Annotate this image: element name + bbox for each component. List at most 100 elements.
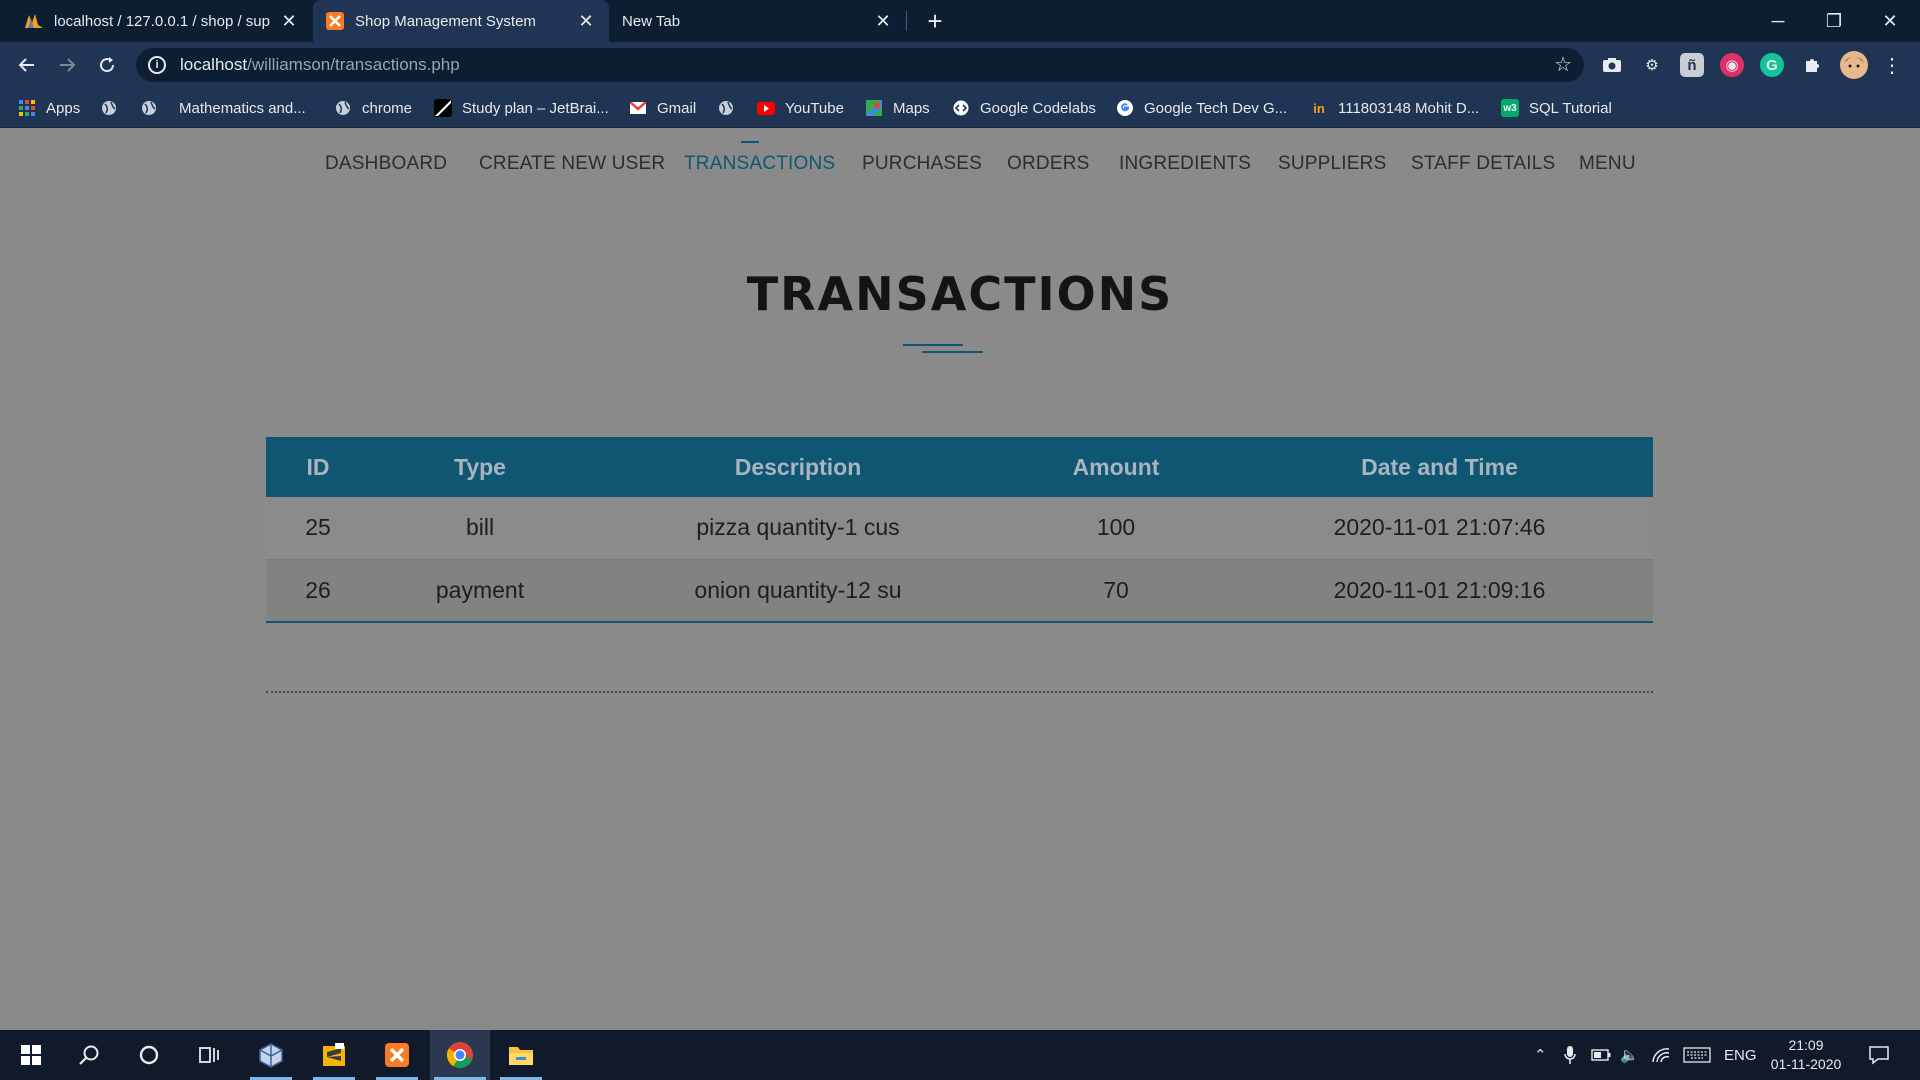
cell-date-time: 2020-11-01 21:07:46 bbox=[1333, 514, 1546, 541]
cortana-icon[interactable] bbox=[124, 1030, 174, 1080]
info-icon[interactable]: i bbox=[148, 56, 166, 74]
nav-ingredients[interactable]: INGREDIENTS bbox=[1119, 153, 1251, 175]
tab-title: localhost / 127.0.0.1 / shop / sup bbox=[54, 12, 270, 30]
bookmark-label: Google Codelabs bbox=[980, 99, 1096, 117]
new-tab-button[interactable]: + bbox=[920, 6, 950, 36]
virtualbox-icon bbox=[259, 1043, 283, 1068]
reload-button[interactable] bbox=[92, 50, 122, 80]
url-text[interactable]: localhost/williamson/transactions.php bbox=[180, 55, 460, 75]
nav-suppliers[interactable]: SUPPLIERS bbox=[1278, 153, 1386, 175]
bookmark-globe-3[interactable] bbox=[717, 96, 745, 120]
screenshot-extension-icon[interactable]: ◉ bbox=[1720, 53, 1744, 77]
globe-icon bbox=[717, 99, 735, 117]
arrow-left-icon bbox=[18, 58, 34, 72]
taskbar-app-virtualbox[interactable] bbox=[246, 1030, 296, 1080]
microphone-icon[interactable] bbox=[1564, 1030, 1576, 1080]
star-icon[interactable]: ☆ bbox=[1554, 52, 1572, 77]
puzzle-icon[interactable] bbox=[1800, 53, 1824, 77]
taskbar-app-xampp[interactable] bbox=[372, 1030, 422, 1080]
keyboard-icon[interactable] bbox=[1683, 1030, 1711, 1080]
windows-taskbar: ⌃ 🔈 ENG 21:09 01-11-2020 bbox=[0, 1030, 1920, 1080]
bookmark-google-tech[interactable]: Google Tech Dev G... bbox=[1116, 96, 1287, 120]
grammarly-icon[interactable]: G bbox=[1760, 53, 1784, 77]
gmail-icon bbox=[629, 99, 647, 117]
bookmarks-bar: Apps Mathematics and... chrome Study pla… bbox=[0, 88, 1920, 128]
bookmark-apps[interactable]: Apps bbox=[18, 96, 80, 120]
kebab-menu-icon[interactable]: ⋮ bbox=[1880, 53, 1904, 77]
bookmark-label: YouTube bbox=[785, 99, 844, 117]
extension-icon[interactable]: ñ bbox=[1680, 53, 1704, 77]
tab-new-tab[interactable]: New Tab ✕ bbox=[610, 0, 906, 42]
column-header-description: Description bbox=[734, 453, 862, 480]
bookmark-globe-1[interactable] bbox=[100, 96, 128, 120]
bookmark-gmail[interactable]: Gmail bbox=[629, 96, 696, 120]
cell-amount: 70 bbox=[1103, 576, 1129, 603]
cell-date-time: 2020-11-01 21:09:16 bbox=[1333, 576, 1546, 603]
bookmark-globe-2[interactable] bbox=[140, 96, 168, 120]
bookmark-mathematics[interactable]: Mathematics and... bbox=[179, 96, 306, 120]
close-icon[interactable]: ✕ bbox=[575, 10, 597, 32]
battery-icon[interactable] bbox=[1591, 1030, 1611, 1080]
bookmark-label: chrome bbox=[362, 99, 413, 117]
tray-chevron-up-icon[interactable]: ⌃ bbox=[1534, 1030, 1547, 1080]
minimize-button[interactable]: ─ bbox=[1750, 0, 1806, 42]
close-icon[interactable]: ✕ bbox=[278, 10, 300, 32]
taskbar-app-file-explorer[interactable] bbox=[496, 1030, 546, 1080]
back-button[interactable] bbox=[12, 50, 42, 80]
browser-toolbar: i localhost/williamson/transactions.php … bbox=[0, 42, 1920, 88]
nav-purchases[interactable]: PURCHASES bbox=[862, 153, 982, 175]
forward-button[interactable] bbox=[52, 50, 82, 80]
bookmark-label: 111803148 Mohit D... bbox=[1338, 99, 1480, 117]
volume-icon[interactable]: 🔈 bbox=[1620, 1030, 1639, 1080]
nav-dashboard[interactable]: DASHBOARD bbox=[325, 153, 447, 175]
codelabs-icon bbox=[952, 99, 970, 117]
bookmark-maps[interactable]: Maps bbox=[865, 96, 930, 120]
task-view-icon[interactable] bbox=[184, 1030, 234, 1080]
clock-date: 01-11-2020 bbox=[1770, 1056, 1842, 1072]
bookmark-label: Mathematics and... bbox=[179, 99, 306, 117]
nav-menu[interactable]: MENU bbox=[1579, 153, 1636, 175]
close-window-button[interactable]: ✕ bbox=[1862, 0, 1918, 42]
tab-shop-management[interactable]: Shop Management System ✕ bbox=[313, 0, 609, 42]
restore-button[interactable]: ❐ bbox=[1806, 0, 1862, 42]
windows-start-button[interactable] bbox=[6, 1030, 56, 1080]
search-icon[interactable] bbox=[64, 1030, 114, 1080]
url-host: localhost bbox=[180, 55, 248, 74]
table-row: 25 bill pizza quantity-1 cus 100 2020-11… bbox=[266, 497, 1653, 559]
tab-phpmyadmin[interactable]: localhost / 127.0.0.1 / shop / sup ✕ bbox=[12, 0, 312, 42]
bookmark-codelabs[interactable]: Google Codelabs bbox=[952, 96, 1096, 120]
table-bottom-border bbox=[266, 621, 1653, 623]
cell-amount: 100 bbox=[1096, 514, 1136, 541]
system-clock[interactable]: 21:09 01-11-2020 bbox=[1766, 1036, 1846, 1074]
close-icon[interactable]: ✕ bbox=[872, 10, 894, 32]
language-indicator[interactable]: ENG bbox=[1724, 1030, 1757, 1080]
nav-orders[interactable]: ORDERS bbox=[1007, 153, 1090, 175]
camera-icon[interactable] bbox=[1600, 53, 1624, 77]
cell-id: 25 bbox=[305, 514, 331, 541]
column-header-id: ID bbox=[306, 453, 330, 480]
arrow-right-icon bbox=[60, 58, 76, 72]
main-nav: DASHBOARD CREATE NEW USER TRANSACTIONS P… bbox=[0, 129, 1920, 207]
address-bar[interactable]: i localhost/williamson/transactions.php … bbox=[136, 48, 1584, 82]
column-header-date-time: Date and Time bbox=[1361, 453, 1518, 480]
folder-icon: in bbox=[1313, 100, 1325, 116]
bookmark-chrome[interactable]: chrome bbox=[334, 96, 412, 120]
profile-avatar[interactable] bbox=[1840, 51, 1868, 79]
wifi-icon[interactable] bbox=[1651, 1030, 1671, 1080]
globe-icon bbox=[100, 99, 118, 117]
notification-center-icon[interactable] bbox=[1868, 1030, 1890, 1080]
nav-create-new-user[interactable]: CREATE NEW USER bbox=[479, 153, 665, 175]
column-header-amount: Amount bbox=[1072, 453, 1160, 480]
cell-description: onion quantity-12 su bbox=[694, 576, 902, 603]
bookmark-youtube[interactable]: YouTube bbox=[757, 96, 844, 120]
bookmark-mohit[interactable]: in 111803148 Mohit D... bbox=[1310, 96, 1479, 120]
gear-icon[interactable]: ⚙ bbox=[1640, 53, 1664, 77]
taskbar-app-sublime[interactable] bbox=[309, 1030, 359, 1080]
taskbar-app-chrome[interactable] bbox=[430, 1030, 490, 1080]
tab-title: New Tab bbox=[622, 12, 681, 30]
bookmark-sql-tutorial[interactable]: w3 SQL Tutorial bbox=[1501, 96, 1612, 120]
cell-type: payment bbox=[435, 576, 525, 603]
nav-staff-details[interactable]: STAFF DETAILS bbox=[1411, 153, 1555, 175]
bookmark-jetbrains[interactable]: Study plan – JetBrai... bbox=[434, 96, 609, 120]
nav-transactions[interactable]: TRANSACTIONS bbox=[684, 141, 835, 175]
